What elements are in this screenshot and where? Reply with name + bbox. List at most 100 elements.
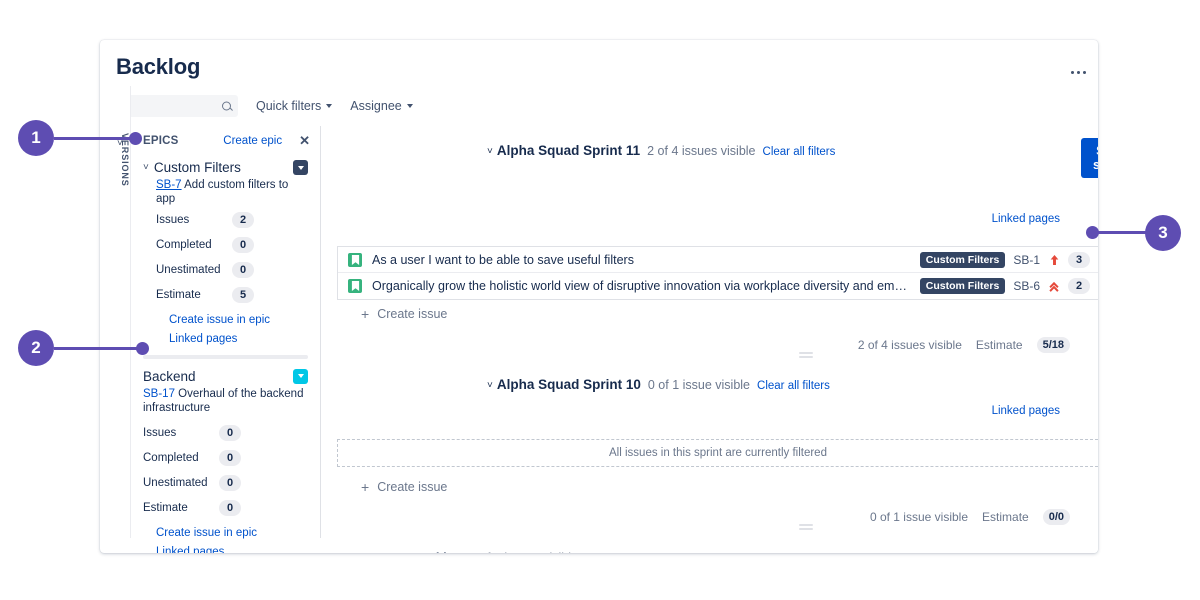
issue-meta: Custom Filters SB-1 3 <box>910 252 1090 268</box>
issue-epic-tag[interactable]: Custom Filters <box>920 278 1006 294</box>
search-icon <box>222 102 231 111</box>
more-horizontal-icon <box>1071 71 1086 74</box>
sprint-linked-pages-link[interactable]: Linked pages <box>992 213 1060 225</box>
card-more-menu-button[interactable] <box>1064 58 1092 86</box>
epic-name-label: Custom Filters <box>154 160 241 175</box>
create-issue-in-epic-link[interactable]: Create issue in epic <box>143 527 308 539</box>
close-icon[interactable]: ✕ <box>299 133 310 149</box>
stat-value: 0 <box>219 475 241 491</box>
epic-header-row: Backend <box>143 369 308 384</box>
callout-line <box>54 137 138 140</box>
sprint-resize-handle[interactable] <box>799 352 813 359</box>
epic-color-chip[interactable] <box>293 369 308 384</box>
sprint-11-footer: 2 of 4 issues visible Estimate 5/18 <box>858 337 1070 353</box>
epic-name[interactable]: Backend <box>143 369 196 384</box>
backlog-main: ˅ Alpha Squad Sprint 11 2 of 4 issues vi… <box>321 126 1098 553</box>
sprint-visible-count: 0 of 1 issue visible <box>648 378 750 392</box>
epic-name[interactable]: ˅ Custom Filters <box>143 160 241 175</box>
sprint-header-alpha-squad-sprint-10: ˅ Alpha Squad Sprint 10 0 of 1 issue vis… <box>404 377 830 392</box>
issue-epic-tag[interactable]: Custom Filters <box>920 252 1006 268</box>
assignee-dropdown[interactable]: Assignee <box>350 99 412 113</box>
sprint-linked-pages-link[interactable]: Linked pages <box>992 405 1060 417</box>
sprint-10-footer: 0 of 1 issue visible Estimate 0/0 <box>870 509 1070 525</box>
sprint-name: Alpha Squad Sprint 10 <box>497 377 641 392</box>
stat-label: Estimate <box>143 502 219 514</box>
backlog-section-name: Backlog <box>412 550 463 553</box>
create-issue-label: Create issue <box>377 480 447 494</box>
epic-stat-row: Estimate 0 <box>143 497 308 520</box>
sprint-name: Alpha Squad Sprint 11 <box>497 143 640 158</box>
stat-label: Unestimated <box>156 264 232 276</box>
backlog-card: Backlog Quick filters Assignee VERSIONS … <box>100 40 1098 553</box>
stat-label: Completed <box>143 452 219 464</box>
issue-estimate: 3 <box>1068 252 1090 268</box>
estimate-value: 5/18 <box>1037 337 1070 353</box>
sprint-header-alpha-squad-sprint-11: ˅ Alpha Squad Sprint 11 2 of 4 issues vi… <box>404 143 835 158</box>
stat-label: Estimate <box>156 289 232 301</box>
clear-all-filters-link[interactable]: Clear all filters <box>757 380 830 392</box>
stat-value: 0 <box>219 500 241 516</box>
chevron-down-icon <box>298 166 304 170</box>
issue-title: As a user I want to be able to save usef… <box>372 253 634 267</box>
epic-key-link[interactable]: SB-7 <box>156 179 182 191</box>
epic-stat-row: Completed 0 <box>143 234 308 257</box>
epic-color-chip[interactable] <box>293 160 308 175</box>
estimate-label: Estimate <box>976 338 1023 352</box>
callout-line <box>54 347 144 350</box>
plus-icon: + <box>361 306 369 322</box>
search-input[interactable] <box>118 95 238 117</box>
versions-rail[interactable]: VERSIONS ˅ <box>112 86 131 538</box>
quick-filters-dropdown[interactable]: Quick filters <box>256 99 332 113</box>
epic-stat-row: Estimate 5 <box>143 284 308 307</box>
create-issue-label: Create issue <box>377 307 447 321</box>
callout-dot <box>136 342 149 355</box>
callout-dot <box>1086 226 1099 239</box>
clear-all-filters-link[interactable]: Clear all filters <box>763 146 836 158</box>
backlog-visible-count: 0 of 4 issues visible <box>470 551 578 553</box>
stat-value: 0 <box>219 425 241 441</box>
callout-number: 1 <box>18 120 54 156</box>
callout-dot <box>129 132 142 145</box>
issue-title: Organically grow the holistic world view… <box>372 279 910 293</box>
chevron-down-icon[interactable]: ˅ <box>143 162 149 173</box>
stat-value: 5 <box>232 287 254 303</box>
backlog-section-header: Backlog 0 of 4 issues visible Clear all … <box>412 550 658 553</box>
chevron-down-icon[interactable]: ˅ <box>487 380 493 391</box>
priority-high-arrow-up-icon <box>1048 254 1060 266</box>
stat-value: 2 <box>232 212 254 228</box>
chevron-down-icon <box>298 374 304 378</box>
sprint-resize-handle[interactable] <box>799 524 813 531</box>
sprint-visible-count-footer: 0 of 1 issue visible <box>870 510 968 524</box>
empty-sprint-dropzone: All issues in this sprint are currently … <box>337 439 1098 467</box>
story-icon <box>348 279 362 293</box>
issue-key[interactable]: SB-6 <box>1013 279 1040 293</box>
linked-pages-link[interactable]: Linked pages <box>143 333 308 345</box>
table-row[interactable]: Organically grow the holistic world view… <box>338 273 1098 299</box>
issue-estimate: 2 <box>1068 278 1090 294</box>
chevron-down-icon <box>407 104 413 108</box>
issue-key[interactable]: SB-1 <box>1013 253 1040 267</box>
quick-filters-label: Quick filters <box>256 99 321 113</box>
estimate-label: Estimate <box>982 510 1029 524</box>
priority-highest-double-chevron-up-icon <box>1048 280 1060 292</box>
sprint-11-issue-list: As a user I want to be able to save usef… <box>337 246 1098 300</box>
linked-pages-link[interactable]: Linked pages <box>143 546 308 554</box>
callout-line <box>1092 231 1150 234</box>
epic-summary: SB-7 Add custom filters to app <box>143 178 308 207</box>
epics-panel-header: EPICS Create epic ✕ <box>131 126 320 156</box>
table-row[interactable]: As a user I want to be able to save usef… <box>338 247 1098 273</box>
create-issue-button-sprint-10[interactable]: + Create issue <box>361 479 447 495</box>
create-issue-button-sprint-11[interactable]: + Create issue <box>361 306 447 322</box>
empty-sprint-message: All issues in this sprint are currently … <box>609 447 827 459</box>
stat-value: 0 <box>232 262 254 278</box>
start-sprint-button[interactable]: Start sprint <box>1081 138 1098 178</box>
assignee-label: Assignee <box>350 99 401 113</box>
epics-panel: EPICS Create epic ✕ ˅ Custom Filters SB-… <box>131 126 321 538</box>
chevron-down-icon <box>326 104 332 108</box>
epic-stat-row: Issues 2 <box>143 209 308 232</box>
create-issue-in-epic-link[interactable]: Create issue in epic <box>143 314 308 326</box>
stat-label: Completed <box>156 239 232 251</box>
create-epic-button[interactable]: Create epic <box>223 135 282 147</box>
epic-key-link[interactable]: SB-17 <box>143 388 175 400</box>
chevron-down-icon[interactable]: ˅ <box>487 146 493 157</box>
